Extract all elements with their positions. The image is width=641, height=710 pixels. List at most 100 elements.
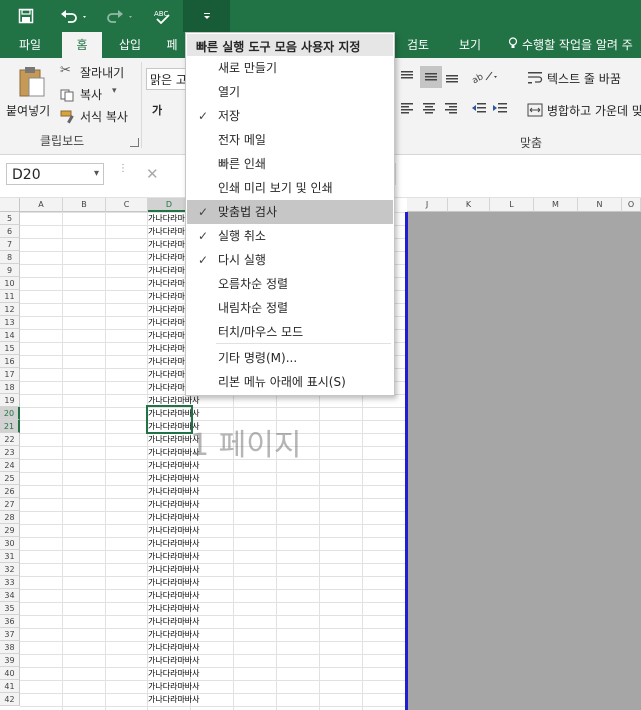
tab-page-layout[interactable]: 페 [160, 32, 184, 58]
row-header[interactable]: 12 [0, 303, 20, 316]
row-header[interactable]: 42 [0, 693, 20, 706]
row-header[interactable]: 36 [0, 615, 20, 628]
column-header[interactable]: O [622, 198, 641, 212]
menu-item[interactable]: ✓ 저장 [187, 104, 393, 128]
menu-item[interactable]: 전자 메일 [187, 128, 393, 152]
cancel-button[interactable]: ✕ [146, 165, 159, 183]
column-header[interactable]: C [106, 198, 148, 212]
row-header[interactable]: 29 [0, 524, 20, 537]
menu-item[interactable]: ✓ 실행 취소 [187, 224, 393, 248]
menu-item-show-below-ribbon[interactable]: 리본 메뉴 아래에 표시(S) [187, 370, 393, 394]
align-top-icon[interactable] [399, 68, 417, 86]
redo-icon[interactable] [102, 0, 138, 32]
orientation-icon[interactable]: ab [471, 68, 500, 86]
cell-d[interactable]: 가나다라마바사 [148, 667, 200, 680]
row-header[interactable]: 13 [0, 316, 20, 329]
tab-view[interactable]: 보기 [448, 32, 492, 58]
cell-d[interactable]: 가나다라마바사 [148, 576, 200, 589]
tab-file[interactable]: 파일 [6, 32, 54, 58]
row-header[interactable]: 6 [0, 225, 20, 238]
formula-input[interactable] [395, 163, 641, 185]
row-header[interactable]: 35 [0, 602, 20, 615]
cell-d[interactable]: 가나다라마바사 [148, 615, 200, 628]
row-header[interactable]: 33 [0, 576, 20, 589]
tell-me-box[interactable]: 수행할 작업을 알려 주 [508, 32, 641, 58]
row-header[interactable]: 40 [0, 667, 20, 680]
cell-d[interactable]: 가나다라마바사 [148, 693, 200, 706]
cell-d[interactable]: 가나다라마바사 [148, 459, 200, 472]
menu-item[interactable]: 빠른 인쇄 [187, 152, 393, 176]
cell-d[interactable]: 가나다라마바사 [148, 680, 200, 693]
column-header[interactable]: J [407, 198, 448, 212]
row-header[interactable]: 37 [0, 628, 20, 641]
column-header[interactable]: N [578, 198, 622, 212]
align-middle-icon[interactable] [420, 66, 442, 88]
row-header[interactable]: 5 [0, 212, 20, 225]
row-header[interactable]: 22 [0, 433, 20, 446]
increase-indent-icon[interactable] [492, 100, 510, 118]
row-header[interactable]: 8 [0, 251, 20, 264]
cell-d[interactable]: 가나다라마바사 [148, 433, 200, 446]
name-box-dropdown-icon[interactable]: ▾ [94, 168, 99, 179]
menu-item[interactable]: 터치/마우스 모드 [187, 320, 393, 344]
cell-d[interactable]: 가나다라마바사 [148, 550, 200, 563]
clipboard-launcher-icon[interactable] [130, 138, 139, 147]
row-header[interactable]: 20 [0, 407, 20, 420]
row-header[interactable]: 38 [0, 641, 20, 654]
menu-item[interactable]: 새로 만들기 [187, 56, 393, 80]
cell-d[interactable]: 가나다라마바사 [148, 589, 200, 602]
align-bottom-icon[interactable] [444, 68, 462, 86]
paste-button[interactable]: 붙여넣기 [4, 64, 56, 120]
column-header[interactable]: M [534, 198, 578, 212]
cell-d[interactable]: 가나다라마바사 [148, 472, 200, 485]
cell-d[interactable]: 가나다라마바사 [148, 641, 200, 654]
cell-d[interactable]: 가나다라마바사 [148, 537, 200, 550]
row-header[interactable]: 18 [0, 381, 20, 394]
row-header[interactable]: 11 [0, 290, 20, 303]
row-header[interactable]: 24 [0, 459, 20, 472]
cut-button[interactable]: ✂ 잘라내기 [60, 63, 130, 81]
decrease-indent-icon[interactable] [471, 100, 489, 118]
cell-d[interactable]: 가나다라마바사 [148, 602, 200, 615]
row-header[interactable]: 16 [0, 355, 20, 368]
spellcheck-icon[interactable]: ABC [148, 0, 176, 32]
menu-item[interactable]: 인쇄 미리 보기 및 인쇄 [187, 176, 393, 200]
column-header[interactable]: B [63, 198, 106, 212]
font-name-box[interactable]: 맑은 고 [146, 68, 188, 90]
menu-item[interactable]: 오름차순 정렬 [187, 272, 393, 296]
cell-d[interactable]: 가나다라마바사 [148, 511, 200, 524]
copy-button[interactable]: 복사 ▾ [60, 85, 130, 103]
menu-item[interactable]: 내림차순 정렬 [187, 296, 393, 320]
wrap-text-button[interactable]: 텍스트 줄 바꿈 [527, 68, 641, 88]
row-header[interactable]: 26 [0, 485, 20, 498]
menu-item[interactable]: ✓ 맞춤법 검사 [187, 200, 393, 224]
align-center-icon[interactable] [421, 100, 439, 118]
row-header[interactable]: 31 [0, 550, 20, 563]
tab-home[interactable]: 홈 [62, 32, 102, 58]
select-all-corner[interactable] [0, 198, 20, 212]
cell-d[interactable]: 가나다라마바사 [148, 628, 200, 641]
row-header[interactable]: 7 [0, 238, 20, 251]
align-left-icon[interactable] [399, 100, 417, 118]
column-header[interactable]: K [448, 198, 490, 212]
align-right-icon[interactable] [443, 100, 461, 118]
format-painter-button[interactable]: 서식 복사 [60, 107, 136, 125]
row-header[interactable]: 41 [0, 680, 20, 693]
save-icon[interactable] [12, 0, 40, 32]
copy-dropdown-icon[interactable]: ▾ [112, 86, 117, 96]
row-header[interactable]: 34 [0, 589, 20, 602]
row-header[interactable]: 19 [0, 394, 20, 407]
row-header[interactable]: 15 [0, 342, 20, 355]
cell-d[interactable]: 가나다라마바사 [148, 524, 200, 537]
row-header[interactable]: 32 [0, 563, 20, 576]
selected-range[interactable] [146, 405, 193, 434]
row-header[interactable]: 23 [0, 446, 20, 459]
row-header[interactable]: 21 [0, 420, 20, 433]
cell-d[interactable]: 가나다라마바사 [148, 485, 200, 498]
customize-qat-button[interactable] [183, 0, 230, 32]
menu-item[interactable]: 열기 [187, 80, 393, 104]
cell-d[interactable]: 가나다라마바사 [148, 654, 200, 667]
cell-d[interactable]: 가나다라마바사 [148, 446, 200, 459]
row-header[interactable]: 28 [0, 511, 20, 524]
more-options-icon[interactable]: ⋮ [118, 164, 128, 174]
